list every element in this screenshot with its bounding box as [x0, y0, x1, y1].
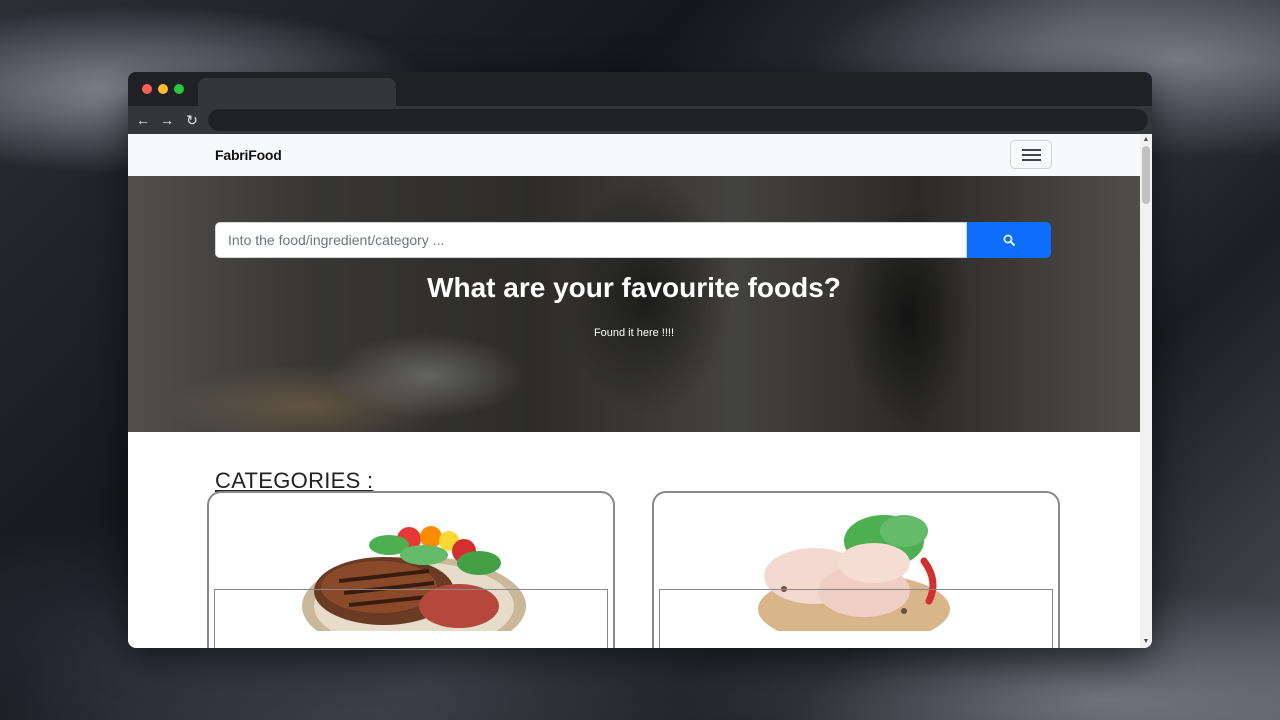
site-navbar: FabriFood: [128, 134, 1140, 176]
scroll-down-icon[interactable]: ▼: [1140, 636, 1152, 648]
forward-arrow-icon[interactable]: →: [157, 110, 177, 130]
search-input[interactable]: [215, 222, 967, 258]
back-arrow-icon[interactable]: ←: [133, 110, 153, 130]
address-bar[interactable]: [208, 109, 1148, 131]
scroll-up-icon[interactable]: ▲: [1140, 134, 1152, 146]
hero-subtitle: Found it here !!!!: [593, 327, 675, 339]
hero-banner: What are your favourite foods? Found it …: [128, 176, 1140, 432]
category-card-body: [659, 589, 1053, 648]
hamburger-icon: [1022, 154, 1041, 156]
category-card-body: [214, 589, 608, 648]
hamburger-icon: [1022, 159, 1041, 161]
search-icon: [1003, 234, 1015, 246]
maximize-window-button[interactable]: [174, 84, 184, 94]
scrollbar-thumb[interactable]: [1142, 146, 1150, 204]
browser-window: ← → ↻ FabriFood What are your favourite …: [128, 72, 1152, 648]
brand-logo[interactable]: FabriFood: [215, 147, 282, 163]
hamburger-menu-button[interactable]: [1010, 140, 1052, 169]
browser-toolbar: ← → ↻: [128, 106, 1152, 134]
minimize-window-button[interactable]: [158, 84, 168, 94]
hamburger-icon: [1022, 149, 1041, 151]
search-button[interactable]: [967, 222, 1051, 258]
page-scrollbar[interactable]: ▲ ▼: [1140, 134, 1152, 648]
hero-background-image: [128, 176, 1140, 432]
category-card[interactable]: [207, 491, 615, 648]
browser-tab-bar: [128, 72, 1152, 106]
page-viewport: FabriFood What are your favourite foods?…: [128, 134, 1152, 648]
hero-title: What are your favourite foods?: [427, 272, 841, 303]
reload-icon[interactable]: ↻: [182, 110, 202, 130]
browser-tab[interactable]: [198, 78, 396, 106]
close-window-button[interactable]: [142, 84, 152, 94]
category-card[interactable]: [652, 491, 1060, 648]
